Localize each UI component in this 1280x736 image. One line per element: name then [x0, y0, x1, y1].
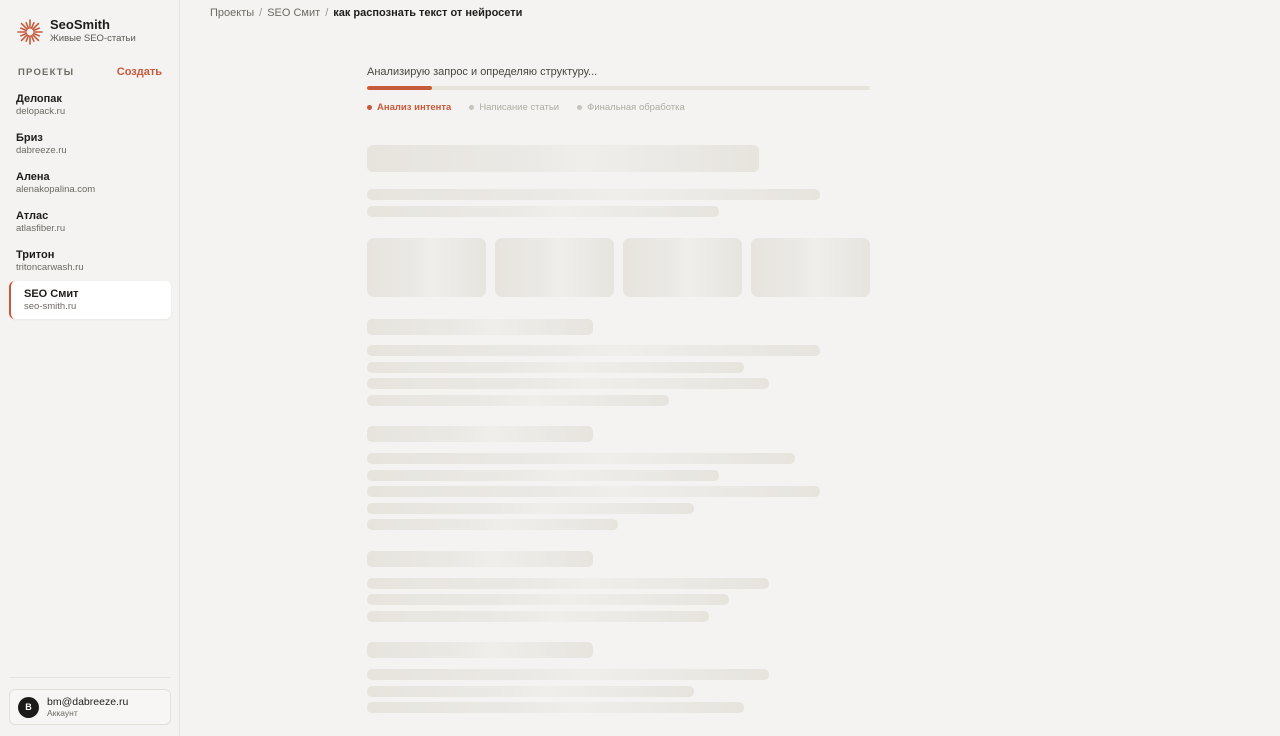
account-subtitle: Аккаунт: [47, 707, 78, 718]
step-dot-icon: [367, 105, 372, 110]
skeleton-heading: [367, 642, 593, 658]
skeleton-line: [367, 669, 769, 680]
sidebar-item-alena[interactable]: Алена alenakopalina.com: [9, 164, 171, 203]
project-domain: seo-smith.ru: [24, 301, 77, 312]
step-final-processing: Финальная обработка: [577, 102, 685, 113]
skeleton-line: [367, 206, 719, 217]
project-name: Бриз: [16, 132, 43, 144]
project-name: SEO Смит: [24, 288, 79, 300]
skeleton-card: [367, 238, 486, 297]
project-domain: alenakopalina.com: [16, 184, 96, 195]
progress-status-text: Анализирую запрос и определяю структуру.…: [367, 66, 598, 78]
step-label: Финальная обработка: [587, 102, 685, 113]
avatar: B: [18, 696, 39, 718]
skeleton-heading: [367, 551, 593, 567]
account-email: bm@dabreeze.ru: [47, 695, 129, 708]
project-name: Делопак: [16, 93, 62, 105]
skeleton-heading: [367, 319, 593, 335]
skeleton-line: [367, 453, 795, 464]
step-label: Написание статьи: [479, 102, 560, 113]
skeleton-line: [367, 686, 694, 697]
skeleton-line: [367, 702, 744, 713]
skeleton-heading: [367, 426, 593, 442]
breadcrumb-current: как распознать текст от нейросети: [333, 7, 523, 19]
skeleton-card: [623, 238, 742, 297]
sidebar-item-seo-smith[interactable]: SEO Смит seo-smith.ru: [9, 281, 171, 319]
breadcrumb-project[interactable]: SEO Смит: [267, 7, 320, 19]
project-domain: delopack.ru: [16, 106, 66, 117]
skeleton-line: [367, 519, 618, 530]
progress-bar: [367, 86, 870, 90]
skeleton-line: [367, 594, 729, 605]
step-intent-analysis: Анализ интента: [367, 102, 451, 113]
project-list: Делопак delopack.ru Бриз dabreeze.ru Але…: [9, 86, 171, 319]
brand-name: SeoSmith: [50, 17, 110, 32]
project-domain: tritoncarwash.ru: [16, 262, 84, 273]
project-name: Тритон: [16, 249, 55, 261]
skeleton-line: [367, 378, 769, 389]
step-article-writing: Написание статьи: [469, 102, 559, 113]
project-name: Алена: [16, 171, 50, 183]
sidebar-item-briz[interactable]: Бриз dabreeze.ru: [9, 125, 171, 164]
skeleton-line: [367, 470, 719, 481]
breadcrumb-projects[interactable]: Проекты: [210, 7, 254, 19]
breadcrumb-separator: /: [259, 7, 263, 19]
sunburst-logo-icon: [17, 18, 43, 45]
step-label: Анализ интента: [377, 102, 452, 113]
sidebar-item-atlas[interactable]: Атлас atlasfiber.ru: [9, 203, 171, 242]
breadcrumb-separator: /: [325, 7, 329, 19]
brand[interactable]: SeoSmith Живые SEO-статьи: [17, 17, 136, 46]
progress-steps: Анализ интента Написание статьи Финальна…: [367, 102, 703, 113]
step-dot-icon: [577, 105, 583, 110]
skeleton-line: [367, 345, 820, 356]
skeleton-line: [367, 611, 709, 622]
skeleton-line: [367, 503, 694, 514]
skeleton-card: [495, 238, 614, 297]
project-domain: atlasfiber.ru: [16, 223, 66, 234]
skeleton-card: [751, 238, 870, 297]
create-project-button[interactable]: Создать: [117, 66, 162, 78]
skeleton-line: [367, 486, 820, 497]
project-name: Атлас: [16, 210, 49, 222]
sidebar-item-triton[interactable]: Тритон tritoncarwash.ru: [9, 242, 171, 281]
skeleton-line: [367, 189, 820, 200]
breadcrumb: Проекты / SEO Смит / как распознать текс…: [210, 7, 522, 19]
skeleton-line: [367, 362, 744, 373]
brand-tagline: Живые SEO-статьи: [50, 33, 136, 44]
projects-header: ПРОЕКТЫ Создать: [18, 66, 162, 78]
projects-section-label: ПРОЕКТЫ: [18, 66, 75, 78]
sidebar: SeoSmith Живые SEO-статьи ПРОЕКТЫ Создат…: [0, 0, 180, 736]
skeleton-line: [367, 395, 669, 406]
skeleton-title: [367, 145, 759, 172]
skeleton-line: [367, 578, 769, 589]
account-button[interactable]: B bm@dabreeze.ru Аккаунт: [9, 689, 171, 725]
progress-bar-fill: [367, 86, 433, 90]
project-domain: dabreeze.ru: [16, 145, 67, 156]
sidebar-item-delopack[interactable]: Делопак delopack.ru: [9, 86, 171, 125]
sidebar-divider: [9, 677, 171, 678]
step-dot-icon: [469, 105, 475, 110]
